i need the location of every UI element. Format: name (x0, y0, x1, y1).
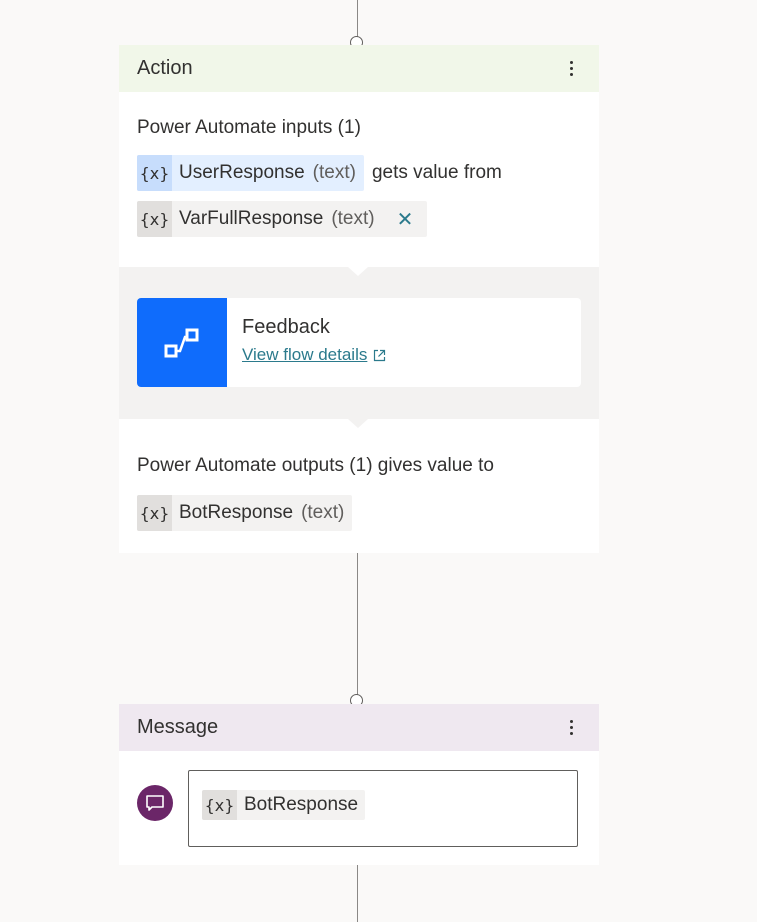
flow-card[interactable]: Feedback View flow details (137, 298, 581, 387)
output-variable-type: (text) (301, 502, 345, 523)
output-variable-row: {x} BotResponse (text) (137, 495, 353, 531)
connector-line-top (357, 0, 358, 37)
input-variable-type: (text) (312, 162, 356, 183)
action-card-header: Action (119, 45, 599, 92)
connector-line-middle (357, 553, 358, 695)
message-variable-name: BotResponse (244, 794, 359, 815)
connector-line-bottom (357, 865, 358, 922)
variable-icon: {x} (137, 201, 172, 237)
output-variable-name: BotResponse (179, 502, 294, 523)
more-options-icon[interactable] (561, 720, 581, 735)
source-variable-row: {x} VarFullResponse (text) ✕ (137, 201, 428, 237)
notch-top (348, 267, 368, 276)
variable-icon: {x} (137, 495, 172, 531)
source-variable-type: (text) (331, 208, 375, 229)
more-options-icon[interactable] (561, 61, 581, 76)
flow-name: Feedback (242, 316, 330, 338)
source-variable-name: VarFullResponse (179, 208, 324, 229)
input-variable-name: UserResponse (179, 162, 305, 183)
message-text-input[interactable]: {x} BotResponse (188, 770, 578, 847)
message-variable-pill[interactable]: {x} BotResponse (202, 790, 366, 820)
action-card-title: Action (137, 57, 193, 79)
flow-section: Feedback View flow details (119, 267, 599, 428)
source-variable-pill[interactable]: {x} VarFullResponse (text) ✕ (137, 201, 428, 237)
external-link-icon (374, 349, 386, 361)
variable-icon: {x} (137, 155, 172, 191)
view-flow-details-link[interactable]: View flow details (242, 345, 386, 365)
input-mapping-row: {x} UserResponse (text) gets value from (137, 155, 502, 191)
output-variable-pill[interactable]: {x} BotResponse (text) (137, 495, 353, 531)
remove-variable-icon[interactable]: ✕ (383, 201, 428, 237)
action-card[interactable]: Action Power Automate inputs (1) {x} Use… (119, 45, 599, 553)
input-variable-pill[interactable]: {x} UserResponse (text) (137, 155, 364, 191)
inputs-label: Power Automate inputs (1) (137, 117, 361, 138)
flow-icon (137, 298, 227, 387)
variable-icon: {x} (202, 790, 237, 820)
message-bubble-icon (137, 785, 173, 821)
message-card[interactable]: Message {x} BotResponse (119, 704, 599, 865)
message-card-header: Message (119, 704, 599, 751)
gets-value-from-label: gets value from (371, 162, 502, 183)
outputs-label: Power Automate outputs (1) gives value t… (137, 455, 494, 476)
view-flow-details-label: View flow details (242, 345, 368, 364)
message-card-title: Message (137, 716, 219, 738)
notch-bottom (348, 419, 368, 428)
